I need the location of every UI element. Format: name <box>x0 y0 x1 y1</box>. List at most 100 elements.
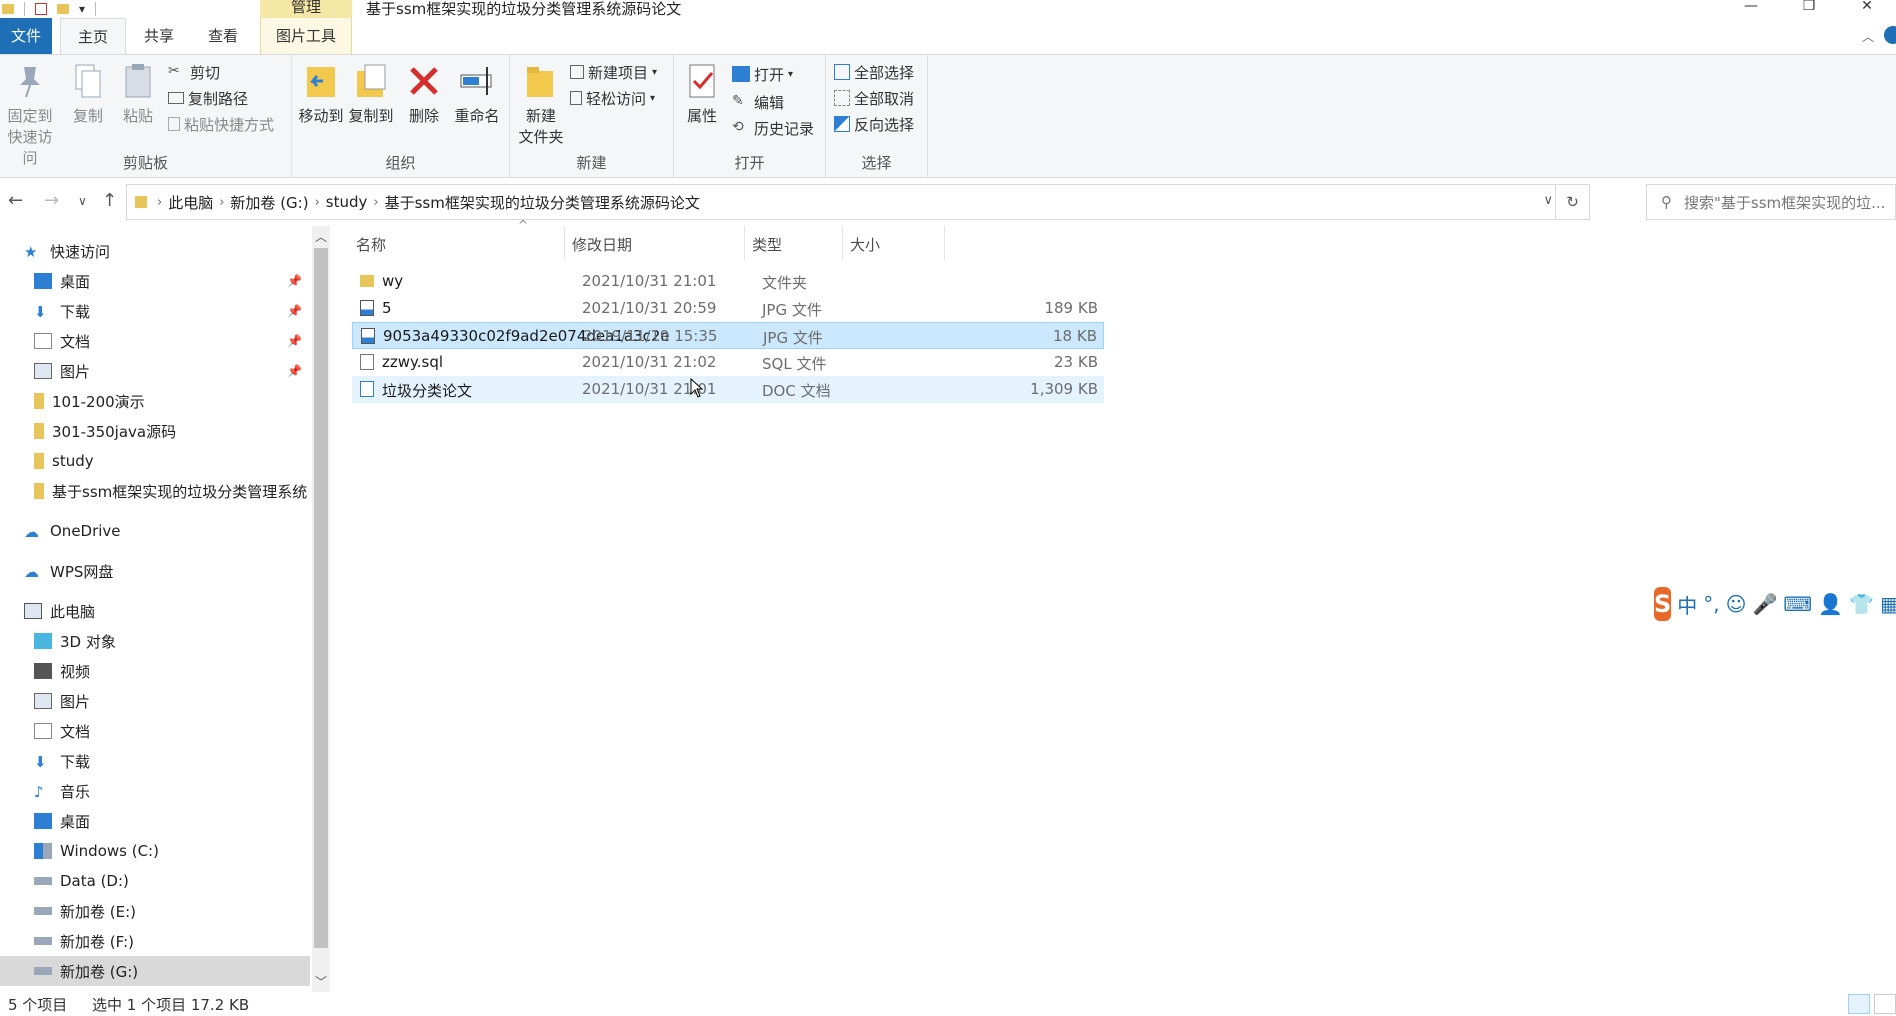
select-none-button[interactable]: 全部取消 <box>834 87 914 109</box>
column-divider[interactable] <box>842 226 843 260</box>
column-divider[interactable] <box>744 226 745 260</box>
copy-to-button[interactable]: 复制到 <box>346 61 396 126</box>
copy-path-button[interactable]: 复制路径 <box>168 87 248 109</box>
new-item-button[interactable]: 新建项目 ▾ <box>570 61 657 83</box>
sogou-logo-icon[interactable]: S <box>1654 587 1672 621</box>
table-row[interactable]: zzwy.sql 2021/10/31 21:02 SQL 文件 23 KB <box>352 349 1104 376</box>
forward-arrow-icon[interactable]: → <box>44 190 59 211</box>
column-date[interactable]: 修改日期 <box>572 234 632 255</box>
column-type[interactable]: 类型 <box>752 234 782 255</box>
up-arrow-icon[interactable]: ↑ <box>102 190 117 211</box>
chevron-right-icon[interactable]: › <box>157 195 162 210</box>
chevron-right-icon[interactable]: › <box>315 195 320 210</box>
tab-picture-tools[interactable]: 图片工具 <box>260 18 352 54</box>
cut-button[interactable]: ✂ 剪切 <box>168 61 220 83</box>
microphone-icon[interactable]: 🎤 <box>1753 592 1778 616</box>
sidebar-item-documents[interactable]: 文档 📌 <box>0 326 310 356</box>
close-button[interactable]: ✕ <box>1838 0 1896 18</box>
address-bar[interactable]: › 此电脑 › 新加卷 (G:) › study › 基于ssm框架实现的垃圾分… <box>126 184 1590 220</box>
sidebar-item-drive-e[interactable]: 新加卷 (E:) <box>0 896 310 926</box>
sidebar-item-desktop[interactable]: 桌面 📌 <box>0 266 310 296</box>
tab-file[interactable]: 文件 <box>0 18 52 54</box>
easy-access-button[interactable]: 轻松访问 ▾ <box>570 87 655 109</box>
tab-home[interactable]: 主页 <box>60 18 126 54</box>
help-icon[interactable] <box>1884 26 1896 44</box>
sidebar-item-3d-objects[interactable]: 3D 对象 <box>0 626 310 656</box>
keyboard-icon[interactable]: ⌨ <box>1783 592 1812 616</box>
invert-selection-button[interactable]: 反向选择 <box>834 113 914 135</box>
breadcrumb-this-pc[interactable]: 此电脑 <box>168 192 213 213</box>
sidebar-item-music[interactable]: ♪ 音乐 <box>0 776 310 806</box>
sidebar-item-drive-c[interactable]: Windows (C:) <box>0 836 310 866</box>
sidebar-item-pictures[interactable]: 图片 📌 <box>0 356 310 386</box>
recent-locations-chevron-icon[interactable]: ∨ <box>78 194 87 208</box>
sidebar-item-pictures[interactable]: 图片 <box>0 686 310 716</box>
ime-punctuation-toggle[interactable]: °, <box>1703 592 1719 616</box>
sidebar-item-videos[interactable]: 视频 <box>0 656 310 686</box>
grid-menu-icon[interactable]: ▦ <box>1880 592 1896 616</box>
breadcrumb-drive-g[interactable]: 新加卷 (G:) <box>230 192 308 213</box>
large-icons-view-icon[interactable] <box>1874 994 1896 1014</box>
scrollbar-thumb[interactable] <box>314 248 328 948</box>
table-row[interactable]: 9053a49330c02f9ad2e074dea1a3c2e 2019/11/… <box>352 322 1104 349</box>
sidebar-item-documents[interactable]: 文档 <box>0 716 310 746</box>
tab-view[interactable]: 查看 <box>194 18 252 54</box>
sidebar-item-folder[interactable]: 基于ssm框架实现的垃圾分类管理系统 <box>0 476 310 506</box>
user-icon[interactable]: 👤 <box>1818 592 1843 616</box>
back-arrow-icon[interactable]: ← <box>8 190 23 211</box>
scroll-down-icon[interactable]: ﹀ <box>312 973 330 990</box>
sidebar-item-folder[interactable]: study <box>0 446 310 476</box>
details-view-icon[interactable] <box>1848 994 1870 1014</box>
sidebar-item-drive-g[interactable]: 新加卷 (G:) <box>0 956 310 986</box>
properties-qat-icon[interactable] <box>35 3 47 15</box>
select-all-button[interactable]: 全部选择 <box>834 61 914 83</box>
chevron-right-icon[interactable]: › <box>373 195 378 210</box>
breadcrumb-current-folder[interactable]: 基于ssm框架实现的垃圾分类管理系统源码论文 <box>385 192 700 213</box>
new-folder-button[interactable]: 新建 文件夹 <box>516 61 566 147</box>
tab-share[interactable]: 共享 <box>132 18 186 54</box>
ime-mode-toggle[interactable]: 中 <box>1677 590 1697 619</box>
table-row[interactable]: wy 2021/10/31 21:01 文件夹 <box>352 268 1104 295</box>
manage-context-tab[interactable]: 管理 <box>260 0 352 18</box>
collapse-ribbon-icon[interactable]: ︿ <box>1862 28 1874 45</box>
sidebar-item-this-pc[interactable]: 此电脑 <box>0 596 310 626</box>
sidebar-item-desktop[interactable]: 桌面 <box>0 806 310 836</box>
column-name[interactable]: 名称 <box>356 234 386 255</box>
history-button[interactable]: ⟲ 历史记录 <box>732 117 814 139</box>
sidebar-item-downloads[interactable]: ⬇ 下载 <box>0 746 310 776</box>
restore-button[interactable]: ❐ <box>1780 0 1838 18</box>
table-row[interactable]: 垃圾分类论文 2021/10/31 21:01 DOC 文档 1,309 KB <box>352 376 1104 403</box>
new-folder-qat-icon[interactable] <box>57 4 69 14</box>
emoji-icon[interactable]: ☺ <box>1726 592 1747 616</box>
table-row[interactable]: 5 2021/10/31 20:59 JPG 文件 189 KB <box>352 295 1104 322</box>
search-input[interactable]: ⚲ 搜索"基于ssm框架实现的垃... <box>1646 184 1896 220</box>
qat-dropdown-icon[interactable]: ▾ <box>79 2 85 16</box>
rename-button[interactable]: 重命名 <box>452 61 502 126</box>
copy-button[interactable]: 复制 <box>66 61 110 126</box>
refresh-icon[interactable]: ↻ <box>1555 185 1589 219</box>
breadcrumb-study[interactable]: study <box>326 193 368 211</box>
sidebar-item-drive-d[interactable]: Data (D:) <box>0 866 310 896</box>
open-button[interactable]: 打开 ▾ <box>732 63 793 85</box>
delete-button[interactable]: 删除 <box>404 61 444 126</box>
column-divider[interactable] <box>564 226 565 260</box>
chevron-right-icon[interactable]: › <box>219 195 224 210</box>
properties-button[interactable]: 属性 <box>682 61 722 126</box>
column-divider[interactable] <box>944 226 945 260</box>
sidebar-item-onedrive[interactable]: ☁ OneDrive <box>0 516 310 546</box>
edit-button[interactable]: ✎ 编辑 <box>732 91 784 113</box>
scroll-up-icon[interactable]: ︿ <box>312 228 330 245</box>
sidebar-item-folder[interactable]: 301-350java源码 <box>0 416 310 446</box>
move-to-button[interactable]: 移动到 <box>296 61 346 126</box>
sidebar-item-downloads[interactable]: ⬇ 下载 📌 <box>0 296 310 326</box>
sidebar-item-wps[interactable]: ☁ WPS网盘 <box>0 556 310 586</box>
sidebar-item-quick-access[interactable]: ★ 快速访问 <box>0 236 310 266</box>
nav-scrollbar[interactable]: ︿ ﹀ <box>312 226 330 992</box>
paste-shortcut-button[interactable]: 粘贴快捷方式 <box>168 113 274 135</box>
sidebar-item-drive-f[interactable]: 新加卷 (F:) <box>0 926 310 956</box>
column-size[interactable]: 大小 <box>850 234 880 255</box>
sidebar-item-folder[interactable]: 101-200演示 <box>0 386 310 416</box>
minimize-button[interactable]: — <box>1722 0 1780 18</box>
paste-button[interactable]: 粘贴 <box>116 61 160 126</box>
skin-shirt-icon[interactable]: 👕 <box>1849 592 1874 616</box>
